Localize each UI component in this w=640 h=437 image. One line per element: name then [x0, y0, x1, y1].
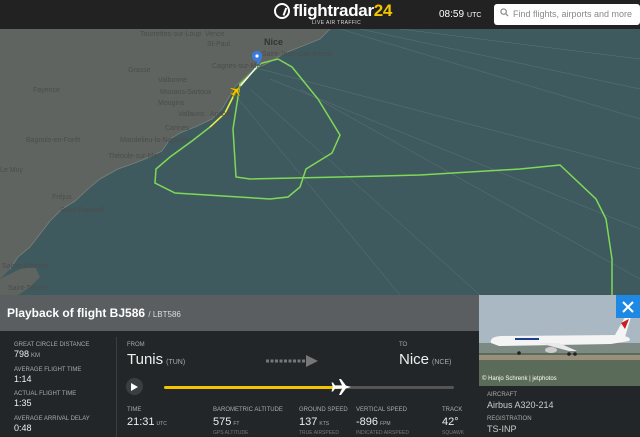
bstat-sub: GPS ALTITUDE — [213, 430, 249, 436]
playback-progress-fill — [164, 386, 341, 389]
place-label: Cannes — [165, 125, 190, 132]
stat-value: 798 KM — [14, 349, 40, 359]
close-icon — [622, 300, 634, 313]
bstat-label: TRACK — [442, 407, 463, 413]
play-button[interactable] — [126, 378, 143, 395]
stat-label: AVERAGE ARRIVAL DELAY — [14, 416, 90, 422]
place-label: Antibes — [210, 111, 234, 118]
panel-title: Playback of flight BJ586 / LBT586 — [7, 306, 181, 320]
map[interactable]: Nice Saint-Jean-Cap-Ferrat St-Paul Vence… — [0, 29, 640, 295]
flightradar24-logo[interactable]: flightradar24 LIVE AIR TRAFFIC — [274, 1, 393, 26]
bstat-number: 21:31 — [127, 416, 155, 428]
bstat-label: GROUND SPEED — [299, 407, 348, 413]
photo-credit[interactable]: © Hanjo Schrenk | jetphotos — [482, 376, 557, 382]
place-label: Théoule-sur-Mer — [108, 153, 160, 160]
place-label: Fréjus — [52, 194, 72, 201]
stat-unit: KM — [31, 353, 41, 359]
flight-title: Playback of flight BJ586 — [7, 306, 146, 320]
clock-timezone: UTC — [467, 12, 482, 19]
bstat-value: 42° — [442, 416, 459, 428]
playback-handle-airplane-icon[interactable] — [330, 378, 352, 396]
place-label: Mougins — [158, 100, 185, 107]
bstat-value: 575 FT — [213, 416, 239, 428]
place-label: Mouans-Sartoux — [160, 89, 212, 96]
logo-name: flightradar — [293, 1, 374, 20]
destination-city-name: Nice — [399, 351, 430, 368]
callsign: / LBT586 — [148, 310, 181, 319]
bstat-value: 21:31 UTC — [127, 416, 167, 428]
radar-icon — [274, 3, 290, 19]
registration-label: REGISTRATION — [487, 416, 532, 422]
bstat-sub: TRUE AIRSPEED — [299, 430, 340, 436]
top-bar: flightradar24 LIVE AIR TRAFFIC 08:59 UTC — [0, 0, 640, 29]
origin-city[interactable]: Tunis (TUN) — [127, 351, 185, 368]
bstat-unit: FPM — [380, 421, 391, 427]
bstat-label: VERTICAL SPEED — [356, 407, 408, 413]
bstat-number: 137 — [299, 416, 318, 428]
clock-time: 08:59 — [439, 9, 465, 20]
origin-code: (TUN) — [166, 359, 186, 366]
place-label: Grasse — [128, 67, 151, 74]
aircraft-value[interactable]: Airbus A320-214 — [487, 400, 554, 410]
place-label: Valbonne — [158, 77, 188, 84]
bstat-value: 137 KTS — [299, 416, 329, 428]
place-label: Saint-Jean-Cap-Ferrat — [262, 51, 332, 58]
bstat-number: 575 — [213, 416, 232, 428]
clock: 08:59 UTC — [439, 9, 481, 20]
bstat-unit: KTS — [319, 421, 330, 427]
stat-value-number: 798 — [14, 349, 30, 359]
place-label: Saint-Tropez — [8, 285, 48, 292]
logo-tagline: LIVE AIR TRAFFIC — [312, 20, 362, 26]
bstat-unit: UTC — [156, 421, 167, 427]
route-arrow-icon — [266, 355, 318, 367]
stat-value: 1:35 — [14, 398, 32, 408]
bstat-value: -896 FPM — [356, 416, 391, 428]
logo-text: flightradar24 — [293, 1, 393, 20]
origin-city-name: Tunis — [127, 351, 164, 368]
place-label: St-Paul — [207, 41, 230, 48]
stat-label: GREAT CIRCLE DISTANCE — [14, 342, 90, 348]
place-label: Vallauris — [178, 111, 205, 118]
from-label: FROM — [127, 342, 145, 348]
destination-code: (NCE) — [432, 359, 452, 366]
bstat-sub: INDICATED AIRSPEED — [356, 430, 409, 436]
place-label: Vence — [205, 31, 225, 38]
place-label: Bagnols-en-Forêt — [26, 137, 81, 144]
panel-header: Playback of flight BJ586 / LBT586 — [0, 295, 479, 331]
place-label: Le Muy — [0, 167, 23, 174]
bstat-sub: SQUAWK — [442, 430, 465, 436]
search-icon — [500, 8, 509, 17]
bstat-unit: FT — [233, 421, 240, 427]
place-label: Cagnes-sur-Mer — [212, 63, 263, 70]
destination-city[interactable]: Nice (NCE) — [399, 351, 451, 368]
panel-divider — [116, 337, 117, 437]
stat-value: 0:48 — [14, 423, 32, 433]
stat-value: 1:14 — [14, 374, 32, 384]
place-label: Nice — [264, 37, 284, 47]
search-input[interactable] — [513, 6, 637, 22]
close-button[interactable] — [616, 295, 640, 318]
place-label: Tourrettes-sur-Loup — [140, 31, 202, 38]
place-label: Sainte-Maxime — [2, 263, 49, 270]
stat-label: AVERAGE FLIGHT TIME — [14, 367, 82, 373]
stat-label: ACTUAL FLIGHT TIME — [14, 391, 77, 397]
registration-value[interactable]: TS-INP — [487, 424, 517, 434]
to-label: TO — [399, 342, 408, 348]
bstat-number: -896 — [356, 416, 379, 428]
aircraft-label: AIRCRAFT — [487, 392, 517, 398]
bstat-label: TIME — [127, 407, 142, 413]
play-icon — [131, 382, 138, 391]
map-canvas[interactable] — [0, 29, 640, 295]
logo-number: 24 — [373, 1, 393, 20]
place-label: Mandelieu-la-Napoule — [120, 137, 189, 144]
place-label: Fayence — [33, 87, 60, 94]
place-label: Saint-Raphaël — [60, 207, 105, 214]
bstat-label: BAROMETRIC ALTITUDE — [213, 407, 283, 413]
search-box[interactable] — [494, 4, 640, 25]
